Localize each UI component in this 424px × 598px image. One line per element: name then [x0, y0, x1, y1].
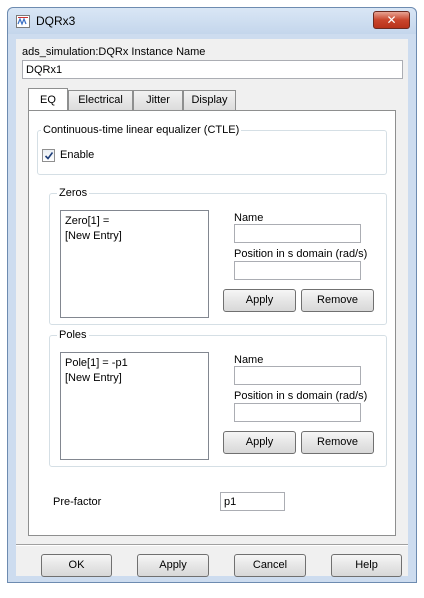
- window-title: DQRx3: [36, 14, 76, 28]
- instance-name-field[interactable]: DQRx1: [22, 60, 403, 79]
- ads-schematic-icon: [16, 15, 30, 28]
- zero-name-field[interactable]: [234, 224, 361, 243]
- enable-label[interactable]: Enable: [60, 149, 94, 161]
- title-bar[interactable]: DQRx3 ✕: [8, 8, 416, 34]
- footer-separator: [16, 544, 408, 546]
- help-button[interactable]: Help: [331, 554, 402, 577]
- dialog-client-area: ads_simulation:DQRx Instance Name DQRx1 …: [16, 39, 408, 577]
- prefactor-label: Pre-factor: [53, 496, 102, 508]
- tab-jitter[interactable]: Jitter: [133, 90, 183, 110]
- pole-position-label: Position in s domain (rad/s): [234, 390, 368, 402]
- zero-name-label: Name: [234, 212, 264, 224]
- checkmark-icon: [44, 152, 54, 160]
- poles-listbox[interactable]: Pole[1] = -p1 [New Entry]: [60, 352, 209, 460]
- instance-name-label: ads_simulation:DQRx Instance Name: [22, 46, 206, 58]
- pole-remove-button[interactable]: Remove: [301, 431, 374, 454]
- tab-electrical[interactable]: Electrical: [68, 90, 133, 110]
- pole-name-field[interactable]: [234, 366, 361, 385]
- apply-button[interactable]: Apply: [137, 554, 209, 577]
- pole-apply-button[interactable]: Apply: [223, 431, 296, 454]
- list-item[interactable]: [New Entry]: [65, 371, 204, 386]
- zero-apply-button[interactable]: Apply: [223, 289, 296, 312]
- list-item[interactable]: [New Entry]: [65, 229, 204, 244]
- tab-strip: EQ Electrical Jitter Display: [28, 88, 396, 110]
- zeros-legend: Zeros: [57, 187, 90, 199]
- zeros-listbox[interactable]: Zero[1] = [New Entry]: [60, 210, 209, 318]
- enable-checkbox[interactable]: [42, 149, 55, 162]
- ok-button[interactable]: OK: [41, 554, 112, 577]
- tab-display[interactable]: Display: [183, 90, 236, 110]
- list-item[interactable]: Zero[1] =: [65, 214, 204, 229]
- zero-position-field[interactable]: [234, 261, 361, 280]
- pole-name-label: Name: [234, 354, 264, 366]
- ctle-legend: Continuous-time linear equalizer (CTLE): [41, 124, 242, 136]
- list-item[interactable]: Pole[1] = -p1: [65, 356, 204, 371]
- cancel-button[interactable]: Cancel: [234, 554, 306, 577]
- dialog-window: DQRx3 ✕ ads_simulation:DQRx Instance Nam…: [7, 7, 417, 583]
- eq-tab-panel: Continuous-time linear equalizer (CTLE) …: [28, 110, 396, 536]
- zero-position-label: Position in s domain (rad/s): [234, 248, 368, 260]
- zeros-groupbox: Zeros Zero[1] = [New Entry] Name Positio…: [49, 187, 387, 325]
- zero-remove-button[interactable]: Remove: [301, 289, 374, 312]
- tab-eq[interactable]: EQ: [28, 88, 68, 110]
- close-button[interactable]: ✕: [373, 11, 410, 29]
- ctle-groupbox: Continuous-time linear equalizer (CTLE) …: [37, 124, 387, 175]
- poles-groupbox: Poles Pole[1] = -p1 [New Entry] Name Pos…: [49, 329, 387, 467]
- poles-legend: Poles: [57, 329, 89, 341]
- close-icon: ✕: [386, 13, 397, 27]
- pole-position-field[interactable]: [234, 403, 361, 422]
- prefactor-field[interactable]: p1: [220, 492, 285, 511]
